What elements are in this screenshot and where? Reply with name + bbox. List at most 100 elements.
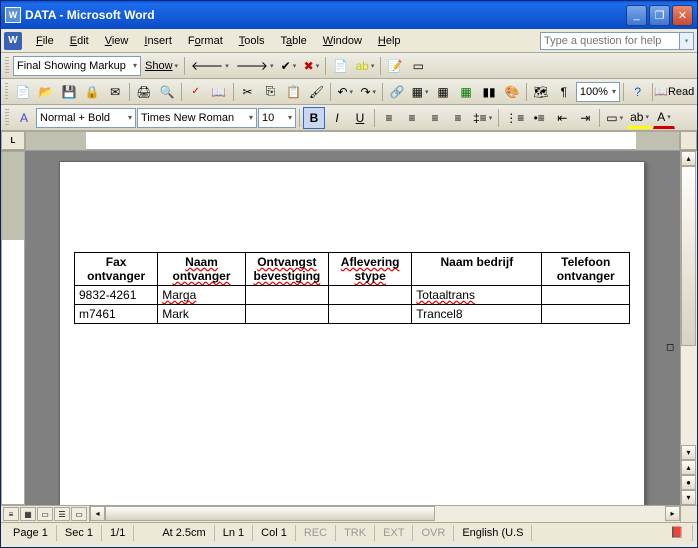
menu-window[interactable]: Window (315, 33, 370, 49)
research-button[interactable]: 📖 (208, 81, 230, 103)
next-page-button[interactable]: ▾ (681, 490, 696, 505)
permission-button[interactable]: 🔒 (81, 81, 103, 103)
accept-change-button[interactable]: ✔ (277, 55, 299, 77)
excel-button[interactable]: ▦ (455, 81, 477, 103)
data-table[interactable]: Fax ontvanger Naam ontvanger Ontvangst b… (74, 252, 630, 324)
table-cell[interactable] (542, 305, 630, 324)
table-cell[interactable] (245, 305, 328, 324)
maximize-button[interactable]: ❐ (649, 5, 670, 26)
menu-insert[interactable]: Insert (136, 33, 180, 49)
menu-view[interactable]: View (97, 33, 137, 49)
spelling-button[interactable]: ✓ (185, 81, 207, 103)
table-cell[interactable]: Totaaltrans (412, 286, 542, 305)
document-viewport[interactable]: Fax ontvanger Naam ontvanger Ontvangst b… (25, 151, 680, 505)
menu-table[interactable]: Table (272, 33, 314, 49)
align-right-button[interactable]: ≡ (424, 107, 446, 129)
table-header[interactable]: Fax ontvanger (75, 253, 158, 286)
numbering-button[interactable]: ⋮≡ (502, 107, 527, 129)
doc-map-button[interactable]: 🗺 (530, 81, 552, 103)
toolbar-grip[interactable] (5, 109, 9, 127)
help-search-input[interactable] (540, 32, 680, 50)
table-header[interactable]: Naam bedrijf (412, 253, 542, 286)
vertical-scrollbar[interactable]: ▴ ▾ ▴ ● ▾ (680, 151, 697, 505)
display-for-review-combo[interactable]: Final Showing Markup▾ (13, 56, 141, 76)
status-at[interactable]: At 2.5cm (154, 525, 214, 541)
columns-button[interactable]: ▮▮ (478, 81, 500, 103)
table-cell[interactable]: Marga (158, 286, 246, 305)
scroll-right-button[interactable]: ▸ (665, 506, 680, 521)
menu-tools[interactable]: Tools (231, 33, 273, 49)
format-painter-button[interactable]: 🖌 (305, 81, 327, 103)
table-cell[interactable] (329, 305, 412, 324)
word-icon[interactable]: W (4, 32, 22, 50)
reviewing-pane-button[interactable]: ▭ (407, 55, 429, 77)
web-layout-view-button[interactable]: ▦ (20, 507, 36, 521)
email-button[interactable]: ✉ (104, 81, 126, 103)
underline-button[interactable]: U (349, 107, 371, 129)
table-header[interactable]: Ontvangst bevestiging (245, 253, 328, 286)
select-browse-object-button[interactable]: ● (681, 475, 696, 490)
scroll-up-button[interactable]: ▴ (681, 151, 696, 166)
table-cell[interactable]: Trancel8 (412, 305, 542, 324)
outline-view-button[interactable]: ☰ (54, 507, 70, 521)
increase-indent-button[interactable]: ⇥ (574, 107, 596, 129)
reading-layout-view-button[interactable]: ▭ (71, 507, 87, 521)
previous-change-button[interactable]: 🡐 (188, 55, 232, 77)
table-header[interactable]: Aflevering stype (329, 253, 412, 286)
new-comment-button[interactable]: 📄 (329, 55, 351, 77)
menu-file[interactable]: File (28, 33, 62, 49)
next-change-button[interactable]: 🡒 (233, 55, 277, 77)
table-header[interactable]: Telefoon ontvanger (542, 253, 630, 286)
close-button[interactable]: ✕ (672, 5, 693, 26)
bullets-button[interactable]: •≡ (528, 107, 550, 129)
copy-button[interactable]: ⎘ (259, 81, 281, 103)
tab-selector[interactable]: L (1, 131, 25, 150)
status-ovr[interactable]: OVR (413, 525, 454, 541)
table-move-handle[interactable] (25, 240, 26, 248)
table-cell[interactable]: 9832-4261 (75, 286, 158, 305)
highlight-button[interactable]: ab (352, 55, 377, 77)
print-layout-view-button[interactable]: ▭ (37, 507, 53, 521)
scroll-left-button[interactable]: ◂ (90, 506, 105, 521)
status-pages[interactable]: 1/1 (102, 525, 134, 541)
minimize-button[interactable]: _ (626, 5, 647, 26)
status-ext[interactable]: EXT (375, 525, 413, 541)
status-page[interactable]: Page 1 (5, 525, 57, 541)
table-cell[interactable] (245, 286, 328, 305)
horizontal-scrollbar[interactable] (105, 506, 665, 522)
toolbar-grip[interactable] (5, 83, 8, 101)
horizontal-ruler[interactable] (25, 131, 680, 150)
table-cell[interactable]: m7461 (75, 305, 158, 324)
styles-button[interactable]: A (13, 107, 35, 129)
decrease-indent-button[interactable]: ⇤ (551, 107, 573, 129)
new-document-button[interactable]: 📄 (12, 81, 34, 103)
status-section[interactable]: Sec 1 (57, 525, 102, 541)
insert-table-button[interactable]: ▦ (432, 81, 454, 103)
table-cell[interactable] (542, 286, 630, 305)
cut-button[interactable]: ✂ (236, 81, 258, 103)
open-button[interactable]: 📂 (35, 81, 57, 103)
scroll-down-button[interactable]: ▾ (681, 445, 696, 460)
table-header[interactable]: Naam ontvanger (158, 253, 246, 286)
status-spell-icon[interactable]: 📕 (662, 525, 693, 541)
redo-button[interactable]: ↷ (357, 81, 379, 103)
line-spacing-button[interactable]: ‡≡ (470, 107, 495, 129)
previous-page-button[interactable]: ▴ (681, 460, 696, 475)
undo-button[interactable]: ↶ (334, 81, 356, 103)
save-button[interactable]: 💾 (58, 81, 80, 103)
vertical-ruler[interactable] (1, 151, 25, 505)
menu-format[interactable]: Format (180, 33, 231, 49)
status-trk[interactable]: TRK (336, 525, 375, 541)
font-combo[interactable]: Times New Roman▾ (137, 108, 257, 128)
font-size-combo[interactable]: 10▾ (258, 108, 296, 128)
print-button[interactable]: 🖨 (133, 81, 155, 103)
italic-button[interactable]: I (326, 107, 348, 129)
table-resize-handle[interactable]: ◻ (666, 342, 674, 350)
help-search-dropdown[interactable]: ▾ (680, 32, 694, 50)
highlight-color-button[interactable]: ab (627, 107, 652, 129)
show-hide-button[interactable]: ¶ (553, 81, 575, 103)
show-button[interactable]: Show (142, 55, 181, 77)
style-combo[interactable]: Normal + Bold▾ (36, 108, 136, 128)
border-button[interactable]: ▭ (603, 107, 626, 129)
help-button[interactable]: ? (627, 81, 649, 103)
